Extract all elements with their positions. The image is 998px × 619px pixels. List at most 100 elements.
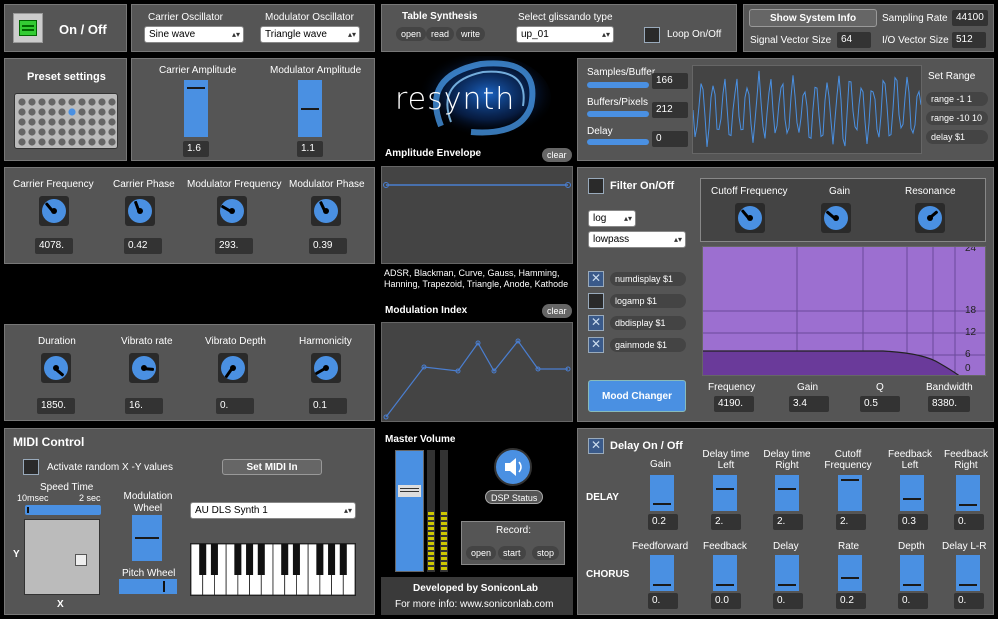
preset-grid[interactable] xyxy=(14,93,118,149)
gainmode-checkbox[interactable] xyxy=(588,337,604,353)
envelope-clear-button[interactable]: clear xyxy=(542,148,572,162)
preset-dot[interactable] xyxy=(28,118,36,126)
chorus-depth-value[interactable]: 0. xyxy=(898,593,928,609)
modindex-clear-button[interactable]: clear xyxy=(542,304,572,318)
black-key[interactable] xyxy=(328,544,336,575)
preset-dot[interactable] xyxy=(78,128,86,136)
samples-per-buffer-slider[interactable] xyxy=(587,82,649,88)
q-value[interactable]: 0.5 xyxy=(860,396,900,412)
piano-keyboard[interactable] xyxy=(190,543,356,596)
feedforward-value[interactable]: 0. xyxy=(648,593,678,609)
preset-dot[interactable] xyxy=(28,138,36,146)
vibrato-rate-value[interactable]: 16. xyxy=(125,398,163,414)
delay-1-button[interactable]: delay $1 xyxy=(926,130,988,144)
record-open-button[interactable]: open xyxy=(466,546,497,560)
preset-dot[interactable] xyxy=(88,138,96,146)
black-key[interactable] xyxy=(257,544,265,575)
feedforward-slider[interactable] xyxy=(650,555,674,591)
master-volume-slider[interactable] xyxy=(395,450,424,572)
black-key[interactable] xyxy=(281,544,289,575)
logamp-checkbox[interactable] xyxy=(588,293,604,309)
activate-random-checkbox[interactable] xyxy=(23,459,39,475)
preset-dot[interactable] xyxy=(108,98,116,106)
chorus-delay-slider[interactable] xyxy=(775,555,799,591)
delay-value[interactable]: 0 xyxy=(652,131,688,147)
sampling-rate-value[interactable]: 44100 xyxy=(952,10,988,26)
carrier-osc-select[interactable]: Sine wave ▴▾ xyxy=(144,26,244,43)
delay-slider[interactable] xyxy=(587,139,649,145)
set-midi-in-button[interactable]: Set MIDI In xyxy=(222,459,322,475)
preset-dot[interactable] xyxy=(98,98,106,106)
preset-dot[interactable] xyxy=(88,118,96,126)
chorus-delay-value[interactable]: 0. xyxy=(773,593,803,609)
numdisplay-message[interactable]: numdisplay $1 xyxy=(610,272,686,286)
cutoff-frequency-knob[interactable] xyxy=(735,203,765,233)
preset-dot[interactable] xyxy=(108,128,116,136)
dbdisplay-message[interactable]: dbdisplay $1 xyxy=(610,316,686,330)
filter-scale-select[interactable]: log ▴▾ xyxy=(588,210,636,227)
carrier-frequency-knob[interactable] xyxy=(39,196,69,226)
preset-dot[interactable] xyxy=(108,138,116,146)
feedback-left-value[interactable]: 0.3 xyxy=(898,514,928,530)
harmonicity-knob[interactable] xyxy=(311,353,341,383)
preset-dot[interactable] xyxy=(28,128,36,136)
xy-pad[interactable] xyxy=(24,519,100,595)
speaker-icon[interactable] xyxy=(494,448,532,486)
preset-dot[interactable] xyxy=(88,128,96,136)
delay-toggle-checkbox[interactable] xyxy=(588,438,604,454)
delay-gain-slider[interactable] xyxy=(650,475,674,511)
buffers-per-pixels-value[interactable]: 212 xyxy=(652,102,688,118)
preset-dot[interactable] xyxy=(18,108,26,116)
preset-dot[interactable] xyxy=(78,118,86,126)
preset-dot[interactable] xyxy=(68,138,76,146)
delay-time-left-value[interactable]: 2. xyxy=(711,514,741,530)
black-key[interactable] xyxy=(316,544,324,575)
preset-dot[interactable] xyxy=(18,118,26,126)
preset-dot[interactable] xyxy=(58,128,66,136)
feedback-right-value[interactable]: 0. xyxy=(954,514,984,530)
modulator-amplitude-slider[interactable] xyxy=(298,80,322,137)
delay-time-left-slider[interactable] xyxy=(713,475,737,511)
buffers-per-pixels-slider[interactable] xyxy=(587,111,649,117)
preset-dot[interactable] xyxy=(78,108,86,116)
range-10-10-button[interactable]: range -10 10 xyxy=(926,111,988,125)
samples-per-buffer-value[interactable]: 166 xyxy=(652,73,688,89)
gainmode-message[interactable]: gainmode $1 xyxy=(610,338,686,352)
record-stop-button[interactable]: stop xyxy=(532,546,560,560)
delay-cutoff-value[interactable]: 2. xyxy=(836,514,866,530)
preset-dot[interactable] xyxy=(68,128,76,136)
preset-dot[interactable] xyxy=(38,128,46,136)
preset-dot[interactable] xyxy=(98,118,106,126)
preset-dot[interactable] xyxy=(68,118,76,126)
mod-osc-select[interactable]: Triangle wave ▴▾ xyxy=(260,26,360,43)
delay-time-right-slider[interactable] xyxy=(775,475,799,511)
table-write-button[interactable]: write xyxy=(456,27,486,41)
preset-dot[interactable] xyxy=(48,138,56,146)
vibrato-depth-knob[interactable] xyxy=(218,353,248,383)
numdisplay-checkbox[interactable] xyxy=(588,271,604,287)
bandwidth-value[interactable]: 8380. xyxy=(928,396,970,412)
speed-time-slider[interactable] xyxy=(25,505,101,515)
delay-lr-slider[interactable] xyxy=(956,555,980,591)
preset-dot[interactable] xyxy=(98,128,106,136)
xy-pad-handle[interactable] xyxy=(75,554,87,566)
preset-dot[interactable] xyxy=(48,118,56,126)
delay-time-right-value[interactable]: 2. xyxy=(773,514,803,530)
logamp-message[interactable]: logamp $1 xyxy=(610,294,686,308)
feedback-right-slider[interactable] xyxy=(956,475,980,511)
chorus-depth-slider[interactable] xyxy=(900,555,924,591)
preset-dot[interactable] xyxy=(78,98,86,106)
preset-dot[interactable] xyxy=(38,138,46,146)
modulator-phase-value[interactable]: 0.39 xyxy=(309,238,347,254)
chorus-feedback-slider[interactable] xyxy=(713,555,737,591)
preset-dot[interactable] xyxy=(68,108,76,116)
duration-knob[interactable] xyxy=(41,353,71,383)
preset-dot[interactable] xyxy=(48,98,56,106)
power-toggle-icon[interactable] xyxy=(13,13,43,43)
harmonicity-value[interactable]: 0.1 xyxy=(309,398,347,414)
delay-gain-value[interactable]: 0.2 xyxy=(648,514,678,530)
preset-dot[interactable] xyxy=(38,118,46,126)
range-1-1-button[interactable]: range -1 1 xyxy=(926,92,988,106)
black-key[interactable] xyxy=(292,544,300,575)
gain-value[interactable]: 3.4 xyxy=(789,396,829,412)
